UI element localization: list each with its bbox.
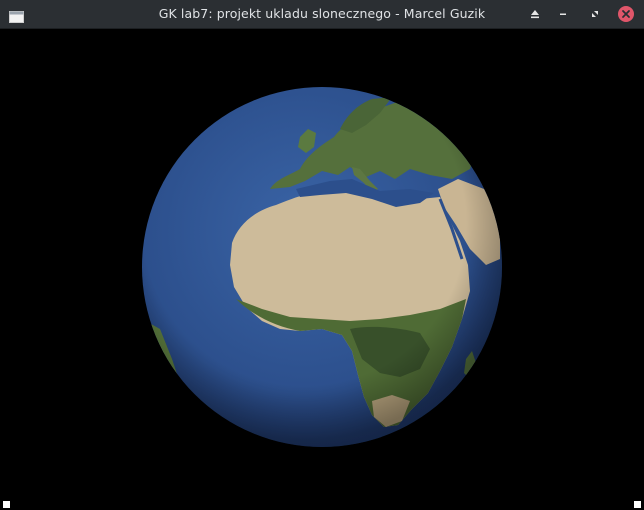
globe-shading [142,87,502,447]
resize-handle-right[interactable] [634,501,641,508]
maximize-button[interactable] [587,6,603,22]
minimize-button[interactable] [555,6,571,22]
render-viewport[interactable] [0,29,644,510]
resize-handle-left[interactable] [3,501,10,508]
keep-above-icon [531,10,539,19]
minimize-icon [560,13,566,15]
title-bar[interactable]: GK lab7: projekt ukladu slonecznego - Ma… [0,0,644,29]
earth-globe [142,87,502,447]
close-button[interactable] [617,5,635,23]
window-title: GK lab7: projekt ukladu slonecznego - Ma… [158,6,486,21]
keep-above-button[interactable] [527,6,543,22]
maximize-icon [592,11,598,17]
app-window: GK lab7: projekt ukladu slonecznego - Ma… [0,0,644,510]
close-icon [618,6,634,22]
